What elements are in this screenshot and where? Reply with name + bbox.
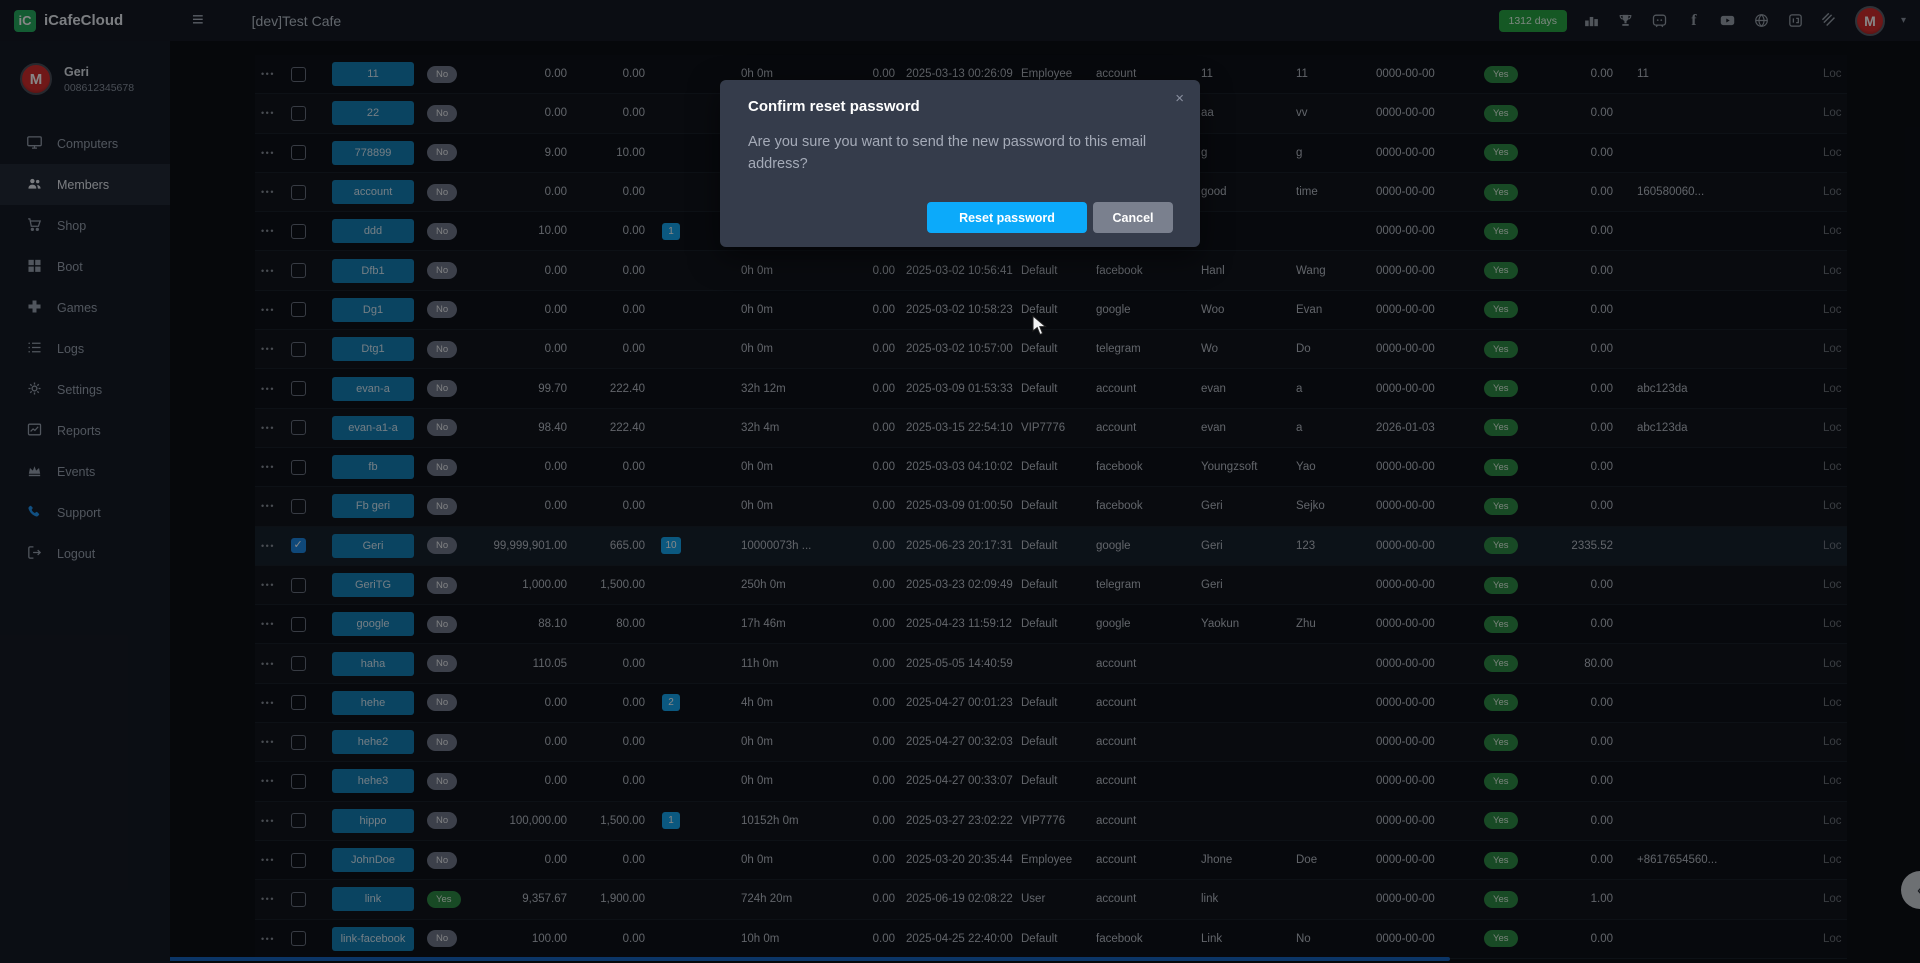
cancel-button[interactable]: Cancel [1093, 202, 1173, 233]
confirm-reset-password-dialog: Confirm reset password × Are you sure yo… [720, 80, 1200, 247]
dialog-actions: Reset password Cancel [927, 202, 1173, 233]
dialog-title: Confirm reset password [748, 98, 920, 115]
reset-password-button[interactable]: Reset password [927, 202, 1087, 233]
app-window: iC iCafeCloud ≡ [dev]Test Cafe 1312 days… [0, 0, 1920, 963]
dialog-message: Are you sure you want to send the new pa… [748, 132, 1172, 176]
close-icon[interactable]: × [1175, 90, 1184, 107]
